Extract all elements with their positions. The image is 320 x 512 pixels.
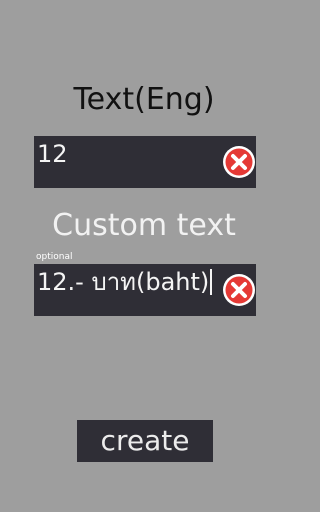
text-eng-heading: Text(Eng) bbox=[73, 82, 215, 117]
custom-text-heading: Custom text bbox=[52, 208, 236, 243]
text-eng-field[interactable]: 12 bbox=[34, 136, 256, 188]
clear-x-icon bbox=[223, 274, 255, 306]
custom-text-field[interactable]: 12.- บาท(baht) bbox=[34, 264, 256, 316]
clear-x-icon bbox=[223, 146, 255, 178]
optional-label: optional bbox=[36, 252, 73, 262]
create-button[interactable]: create bbox=[77, 420, 213, 462]
text-eng-clear-button[interactable] bbox=[222, 145, 256, 179]
custom-text-value-text: 12.- บาท(baht) bbox=[37, 268, 210, 296]
custom-text-input-value[interactable]: 12.- บาท(baht) bbox=[37, 266, 213, 298]
text-eng-input-value[interactable]: 12 bbox=[37, 138, 68, 170]
custom-text-clear-button[interactable] bbox=[222, 273, 256, 307]
text-caret bbox=[210, 269, 213, 295]
